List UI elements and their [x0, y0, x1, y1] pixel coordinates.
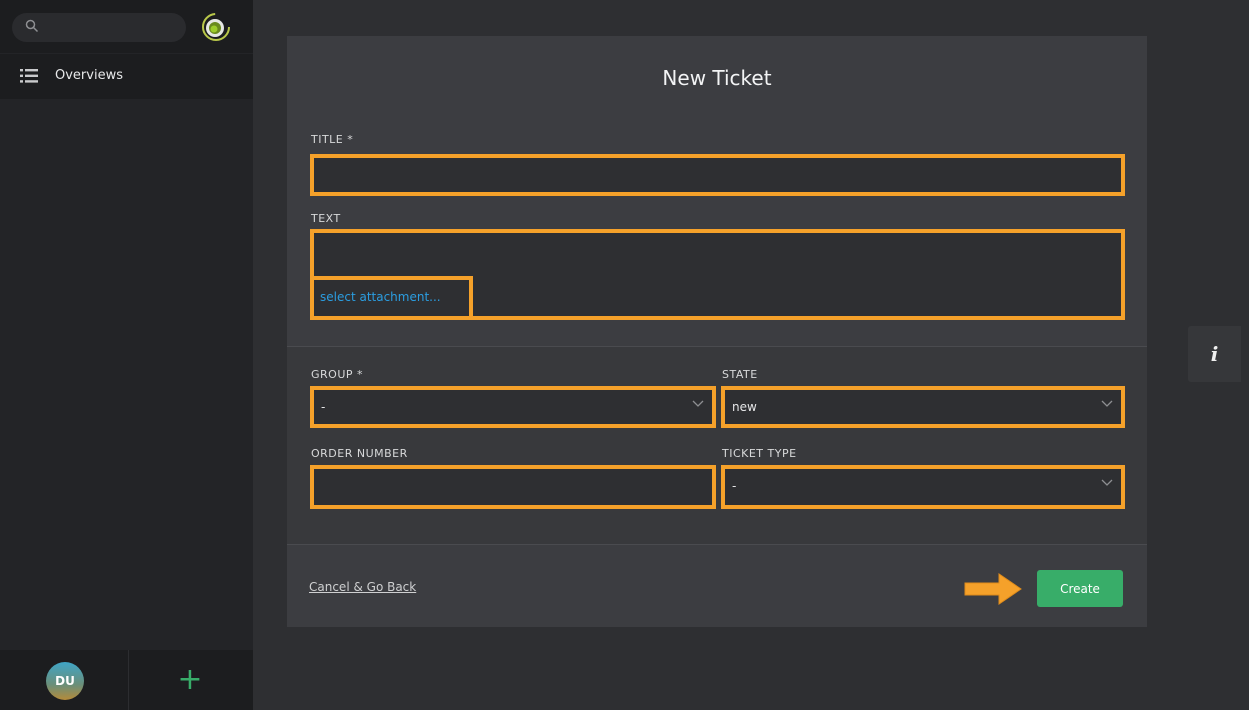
- group-label: GROUP *: [311, 368, 364, 381]
- select-attachment-link[interactable]: select attachment...: [320, 290, 441, 304]
- text-label: TEXT: [311, 212, 341, 225]
- new-ticket-panel: New Ticket TITLE * TEXT select attachmen…: [287, 36, 1147, 627]
- title-field[interactable]: [310, 154, 1125, 196]
- search-bar: [0, 0, 253, 53]
- cancel-go-back-link[interactable]: Cancel & Go Back: [309, 580, 416, 594]
- order-number-label: ORDER NUMBER: [311, 447, 408, 460]
- search-icon: [25, 19, 39, 33]
- create-button[interactable]: Create: [1037, 570, 1123, 607]
- ticket-type-label: TICKET TYPE: [722, 447, 797, 460]
- info-button[interactable]: i: [1188, 326, 1241, 382]
- chevron-down-icon: [1101, 479, 1113, 486]
- sidebar-item-label: Overviews: [55, 68, 123, 83]
- select-attachment-button[interactable]: select attachment...: [310, 276, 473, 320]
- app-logo-icon[interactable]: [200, 11, 232, 43]
- chevron-down-icon: [1101, 400, 1113, 407]
- avatar[interactable]: DU: [46, 662, 84, 700]
- divider: [287, 544, 1147, 545]
- group-select[interactable]: -: [310, 386, 716, 428]
- state-label: STATE: [722, 368, 758, 381]
- attributes-section: [287, 347, 1147, 544]
- chevron-down-icon: [692, 400, 704, 407]
- order-number-field[interactable]: [310, 465, 716, 509]
- state-value: new: [732, 400, 757, 414]
- sidebar-item-overviews[interactable]: Overviews: [0, 54, 253, 99]
- add-button[interactable]: +: [170, 663, 210, 699]
- divider: [128, 650, 129, 710]
- sidebar: Overviews DU +: [0, 0, 253, 710]
- title-label: TITLE *: [311, 133, 354, 146]
- state-select[interactable]: new: [721, 386, 1125, 428]
- group-value: -: [321, 400, 326, 414]
- page-title: New Ticket: [662, 66, 772, 90]
- sidebar-footer: [0, 650, 253, 710]
- ticket-type-select[interactable]: -: [721, 465, 1125, 509]
- ticket-type-value: -: [732, 479, 737, 493]
- arrow-right-icon: [964, 573, 1022, 605]
- list-icon: [20, 69, 38, 83]
